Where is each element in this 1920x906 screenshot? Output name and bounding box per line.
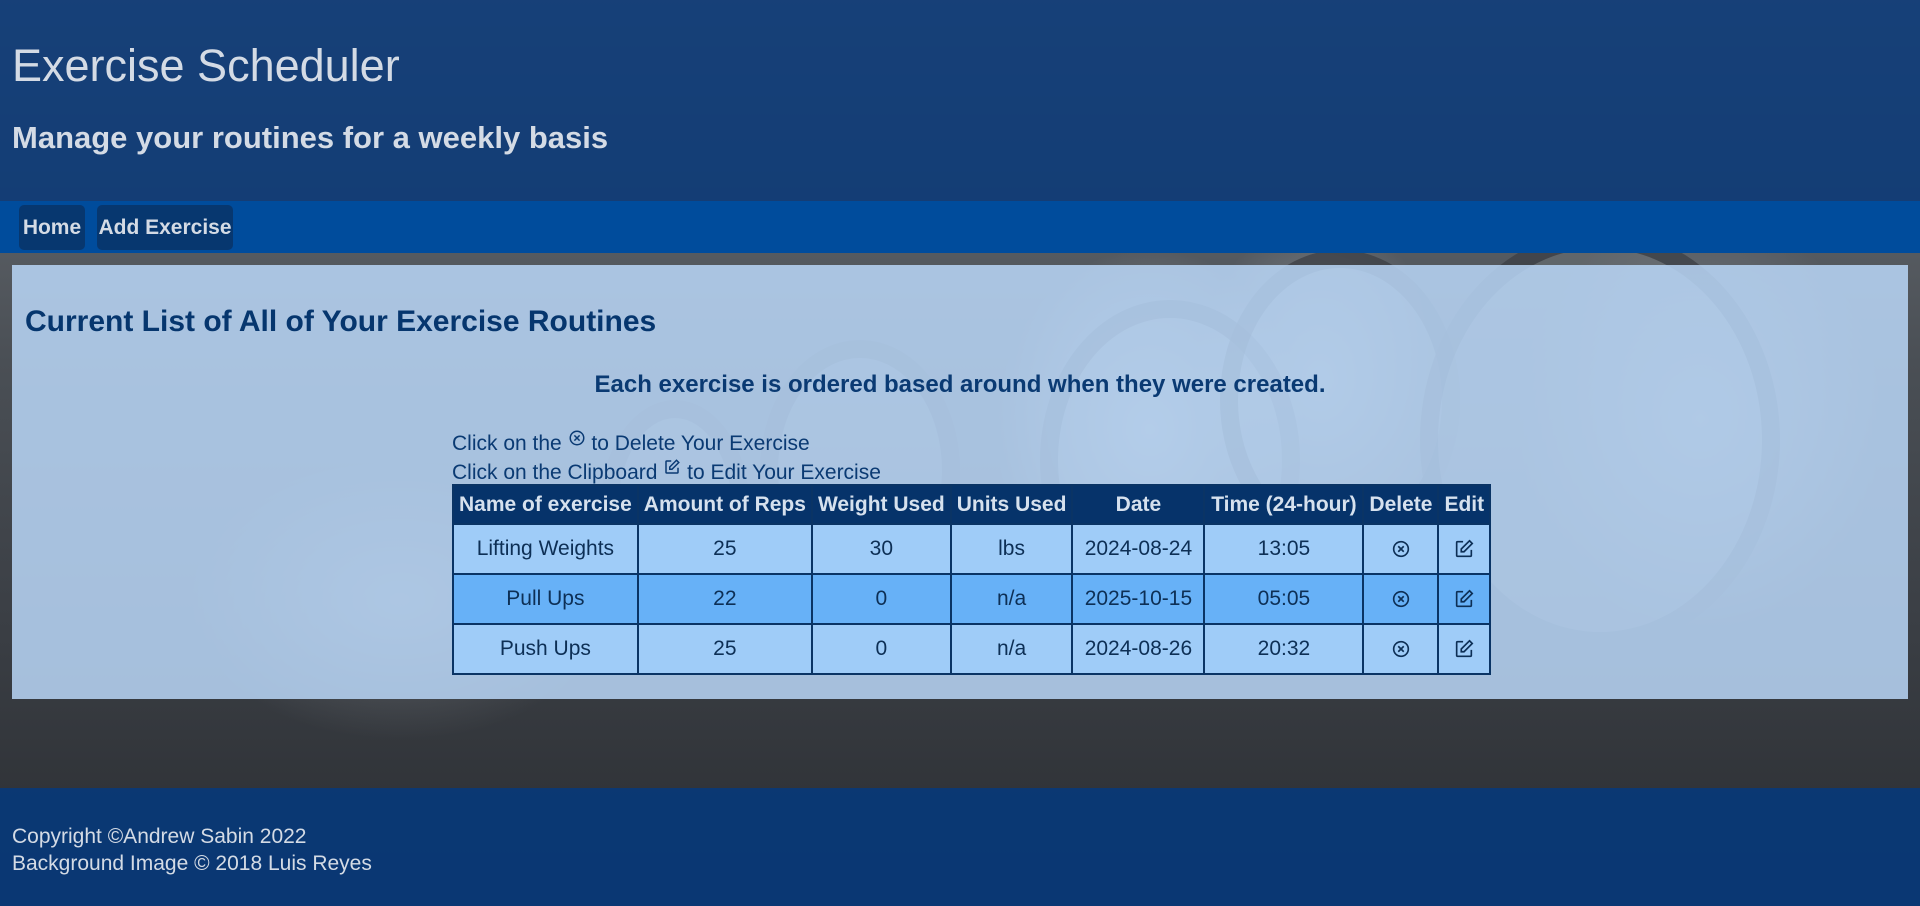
edit-clipboard-icon[interactable] <box>1453 638 1475 660</box>
cell-edit <box>1437 623 1492 675</box>
site-header: Exercise Scheduler Manage your routines … <box>0 0 1920 201</box>
footer-lines: Copyright ©Andrew Sabin 2022 Background … <box>12 823 372 877</box>
cell-units: n/a <box>949 623 1074 675</box>
circle-x-icon <box>569 430 585 446</box>
table-row: Push Ups 25 0 n/a 2024-08-26 20:32 <box>452 623 1492 675</box>
page-heading: Current List of All of Your Exercise Rou… <box>25 305 657 338</box>
site-subtitle: Manage your routines for a weekly basis <box>12 120 609 155</box>
header-units: Units Used <box>949 484 1074 525</box>
edit-instruction: Click on the Clipboard to Edit Your Exer… <box>452 458 881 487</box>
header-reps: Amount of Reps <box>636 484 813 525</box>
table-row: Lifting Weights 25 30 lbs 2024-08-24 13:… <box>452 523 1492 575</box>
cell-weight: 30 <box>810 523 952 575</box>
footer-copyright: Copyright ©Andrew Sabin 2022 <box>12 825 307 848</box>
cell-delete <box>1362 623 1440 675</box>
cell-time: 05:05 <box>1203 573 1365 625</box>
cell-units: n/a <box>949 573 1074 625</box>
main-nav: Home Add Exercise <box>0 201 1920 253</box>
cell-name: Pull Ups <box>452 573 639 625</box>
cell-time: 13:05 <box>1203 523 1365 575</box>
order-note: Each exercise is ordered based around wh… <box>594 371 1326 398</box>
footer-image-credit: Background Image © 2018 Luis Reyes <box>12 852 372 875</box>
header-edit: Edit <box>1437 484 1492 525</box>
cell-reps: 25 <box>636 623 813 675</box>
edit-clipboard-icon[interactable] <box>1453 588 1475 610</box>
cell-weight: 0 <box>810 623 952 675</box>
cell-delete <box>1362 523 1440 575</box>
site-footer: Copyright ©Andrew Sabin 2022 Background … <box>0 788 1920 906</box>
exercise-table: Name of exercise Amount of Reps Weight U… <box>452 484 1492 675</box>
delete-circle-x-icon[interactable] <box>1390 538 1412 560</box>
delete-circle-x-icon[interactable] <box>1390 638 1412 660</box>
header-weight: Weight Used <box>810 484 952 525</box>
header-time: Time (24-hour) <box>1203 484 1365 525</box>
cell-date: 2024-08-26 <box>1071 623 1206 675</box>
cell-units: lbs <box>949 523 1074 575</box>
cell-delete <box>1362 573 1440 625</box>
table-row: Pull Ups 22 0 n/a 2025-10-15 05:05 <box>452 573 1492 625</box>
delete-instruction: Click on the to Delete Your Exercise <box>452 429 881 458</box>
cell-time: 20:32 <box>1203 623 1365 675</box>
nav-add-exercise-link[interactable]: Add Exercise <box>97 205 233 250</box>
instructions: Click on the to Delete Your Exercise Cli… <box>452 429 881 487</box>
delete-circle-x-icon[interactable] <box>1390 588 1412 610</box>
cell-edit <box>1437 573 1492 625</box>
table-header-row: Name of exercise Amount of Reps Weight U… <box>452 484 1492 525</box>
cell-date: 2025-10-15 <box>1071 573 1206 625</box>
cell-date: 2024-08-24 <box>1071 523 1206 575</box>
nav-home-link[interactable]: Home <box>19 205 85 250</box>
header-name: Name of exercise <box>452 484 639 525</box>
header-delete: Delete <box>1362 484 1440 525</box>
cell-reps: 25 <box>636 523 813 575</box>
site-title: Exercise Scheduler <box>12 40 400 91</box>
header-date: Date <box>1071 484 1206 525</box>
cell-name: Push Ups <box>452 623 639 675</box>
cell-weight: 0 <box>810 573 952 625</box>
main-content: Current List of All of Your Exercise Rou… <box>12 265 1908 699</box>
cell-name: Lifting Weights <box>452 523 639 575</box>
cell-edit <box>1437 523 1492 575</box>
edit-clipboard-icon[interactable] <box>1453 538 1475 560</box>
edit-clipboard-icon <box>665 459 681 474</box>
cell-reps: 22 <box>636 573 813 625</box>
